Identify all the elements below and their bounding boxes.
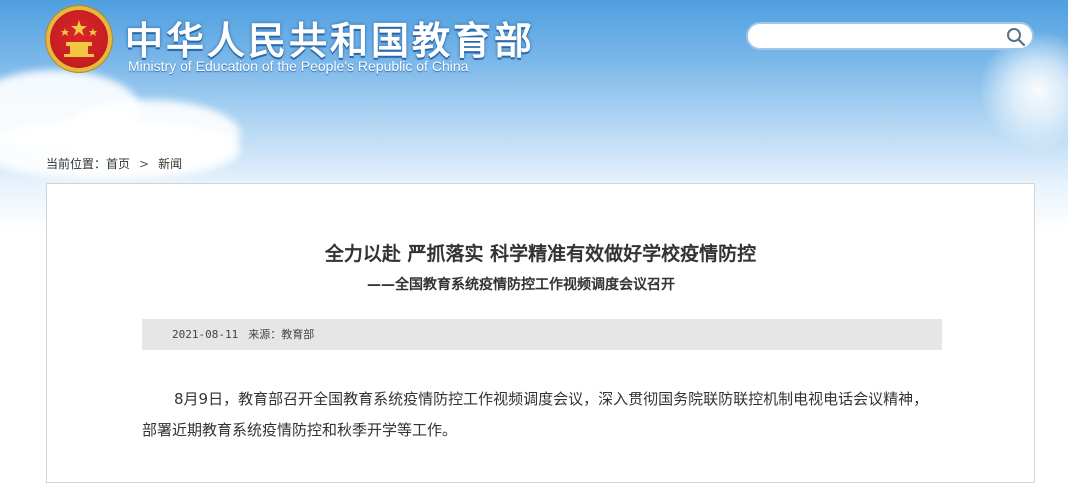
search-icon[interactable] [1006,27,1026,47]
national-emblem-icon [46,6,112,72]
article-date: 2021-08-11 [172,328,239,341]
breadcrumb-home-link[interactable]: 首页 [106,157,130,171]
breadcrumb: 当前位置：首页 > 新闻 [46,155,182,172]
breadcrumb-label: 当前位置： [46,157,107,171]
article-paragraph: 8月9日，教育部召开全国教育系统疫情防控工作视频调度会议，深入贯彻国务院联防联控… [142,390,929,439]
article-subtitle: ——全国教育系统疫情防控工作视频调度会议召开 [367,277,675,293]
search-input[interactable] [760,27,1004,47]
search-box[interactable] [746,22,1034,50]
article-panel: 全力以赴 严抓落实 科学精准有效做好学校疫情防控 ——全国教育系统疫情防控工作视… [46,183,1035,483]
article-source: 来源：教育部 [248,328,315,341]
article-meta-bar: 2021-08-11 来源：教育部 [142,319,942,350]
chevron-right-icon: > [139,156,150,171]
site-title: 中华人民共和国教育部 [125,19,536,63]
article-title: 全力以赴 严抓落实 科学精准有效做好学校疫情防控 [324,243,757,265]
site-subtitle: Ministry of Education of the People's Re… [128,58,469,74]
breadcrumb-current-link[interactable]: 新闻 [158,157,182,171]
